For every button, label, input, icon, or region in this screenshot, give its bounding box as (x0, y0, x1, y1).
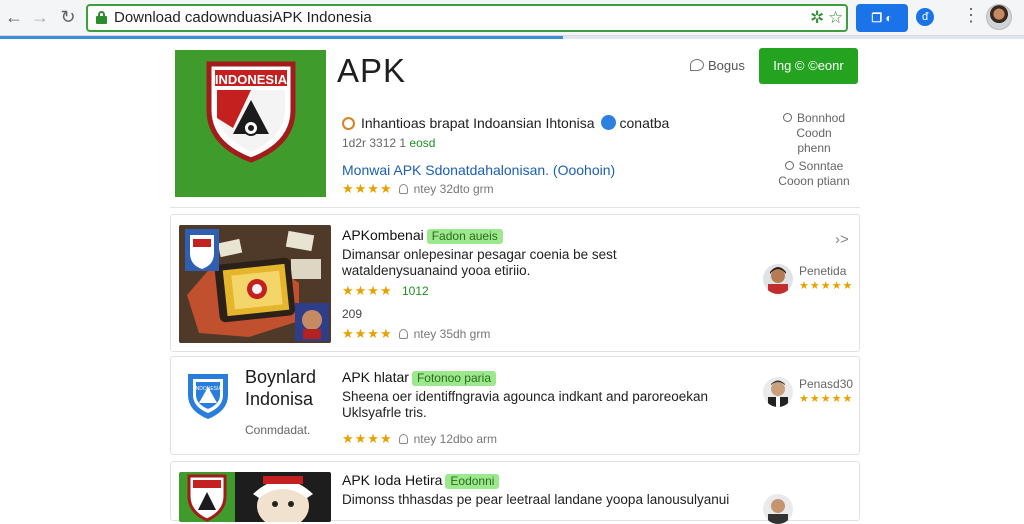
publisher-icon (342, 117, 355, 130)
item-description: Dimansar onlepesinar pesagar coenia be s… (342, 247, 617, 278)
menu-icon[interactable]: ⋮ (962, 5, 980, 26)
item-brand-line1: Boynlard (245, 367, 317, 387)
meta-text: ntey 32dto grm (413, 182, 494, 196)
reload-icon[interactable]: ↻ (56, 6, 80, 28)
svg-text:INDONESIA: INDONESIA (194, 386, 222, 392)
item-meta: ★★★★ ntey 12dbo arm (342, 431, 497, 447)
item-title: APKombenai (342, 227, 424, 243)
side-stat-2[interactable]: Sonntae Cooon ptiann (778, 159, 850, 189)
item-title-row[interactable]: APKombenai Fadon aueis (342, 227, 503, 244)
item-count: 209 (342, 307, 363, 321)
item-tag: Eodonni (445, 474, 500, 489)
item-stars: ★★★★ (342, 431, 393, 446)
radio-icon (784, 161, 794, 170)
page-load-progress (0, 36, 1024, 39)
item-tag: Fotonoo paria (411, 371, 496, 386)
radio-icon (782, 113, 792, 122)
clock-icon (398, 434, 408, 444)
item-meta-text: ntey 35dh grm (413, 327, 491, 341)
item-title-row[interactable]: APK Ioda Hetira Eodonni (342, 472, 500, 489)
reviewer-avatar[interactable] (763, 377, 793, 407)
bookmark-star-icon[interactable]: ✲ (810, 8, 824, 28)
rating-stars: ★★★★ (342, 181, 393, 196)
chat-icon (690, 59, 704, 71)
side-stat-1[interactable]: Bonnhod Coodn phenn (778, 111, 850, 156)
item-brand-line2: Indonisa (245, 389, 314, 409)
chevron-right-icon[interactable]: ›> (835, 231, 849, 248)
list-item[interactable]: APK Ioda Hetira Eodonni Dimonss thhasdas … (170, 461, 860, 524)
item-stars: ★★★★ (342, 326, 393, 341)
clock-icon (398, 184, 408, 194)
reviewer-avatar[interactable] (763, 264, 793, 294)
item-brand-sub: Conmdadat. (245, 423, 311, 437)
reviewer-name: Penetida (799, 264, 847, 278)
version-text: 1d2r 3312 1 (342, 136, 407, 150)
reviewer-stars: ★★★★★ (799, 280, 854, 292)
item-title: APK Ioda Hetira (342, 472, 443, 488)
header-meta: ★★★★ ntey 32dto grm (342, 181, 494, 197)
clock-icon (398, 329, 408, 339)
forward-icon[interactable]: → (28, 6, 52, 28)
side-stat-value: Coodn phenn (796, 126, 832, 155)
item-rating-row: ★★★★ 1012 (342, 283, 429, 299)
item-rating: 1012 (401, 284, 429, 298)
publisher-name: Inhantioas brapat Indoansian Ihtonisa (361, 115, 595, 131)
item-stars: ★★★★ (342, 283, 393, 298)
reviewer-name: Penasd30 (799, 377, 854, 391)
version-row: 1d2r 3312 1 eosd (342, 136, 435, 150)
list-item[interactable]: APKombenai Fadon aueis Dimansar onlepesin… (170, 214, 860, 352)
item-title-row[interactable]: APK hlatar Fotonoo paria (342, 369, 496, 386)
verified-badge-icon (600, 115, 616, 130)
profile-avatar[interactable] (986, 4, 1012, 30)
version-tag: eosd (409, 136, 436, 150)
lock-icon (96, 11, 107, 24)
reviewer-avatar[interactable] (763, 494, 793, 524)
star-icon[interactable]: ☆ (828, 8, 843, 28)
publisher-suffix: conatba (619, 115, 670, 131)
item-description: Sheena oer identiffngravia agounca indka… (342, 389, 709, 420)
side-stat-value: Cooon ptiann (778, 174, 850, 188)
item-thumbnail (179, 472, 331, 522)
item-meta: ★★★★ ntey 35dh grm (342, 326, 490, 342)
shield-emblem-icon: INDONESIA (206, 61, 296, 163)
extension-icon[interactable]: ᵭ (916, 8, 934, 26)
description-link[interactable]: Monwai APK Sdonatdahalonisan. (Ooohoin) (342, 162, 615, 178)
extension-button[interactable]: ❐ ◐ (856, 4, 908, 32)
list-item[interactable]: INDONESIA Boynlard Indonisa Conmdadat. A… (170, 356, 860, 455)
url-text[interactable]: Download cadownduasiAPK Indonesia (114, 9, 372, 26)
address-bar[interactable]: Download cadownduasiAPK Indonesia ✲ ☆ (86, 4, 848, 32)
header-divider (170, 207, 860, 208)
item-title: APK hlatar (342, 369, 409, 385)
app-logo: INDONESIA (175, 50, 326, 197)
side-stat-label: Sonntae (798, 159, 844, 173)
install-button[interactable]: Ing © ©eonr (759, 48, 858, 84)
bookmark-link[interactable]: Bogus (690, 58, 745, 73)
publisher-row[interactable]: Inhantioas brapat Indoansian Ihtonisa con… (342, 115, 669, 131)
item-description: Dimonss thhasdas pe pear leetraal landan… (342, 492, 730, 507)
reviewer-stars: ★★★★★ (799, 393, 854, 405)
app-title: APK (337, 52, 407, 89)
back-icon[interactable]: ← (2, 6, 26, 28)
browser-toolbar: ← → ↻ Download cadownduasiAPK Indonesia … (0, 0, 1024, 36)
shield-logo-icon: INDONESIA (188, 374, 228, 419)
item-tag: Fadon aueis (426, 229, 503, 244)
bookmark-label: Bogus (708, 58, 745, 73)
item-meta-text: ntey 12dbo arm (413, 432, 498, 446)
item-thumbnail (179, 225, 331, 343)
side-stat-label: Bonnhod (796, 111, 846, 125)
logo-text: INDONESIA (215, 72, 288, 87)
